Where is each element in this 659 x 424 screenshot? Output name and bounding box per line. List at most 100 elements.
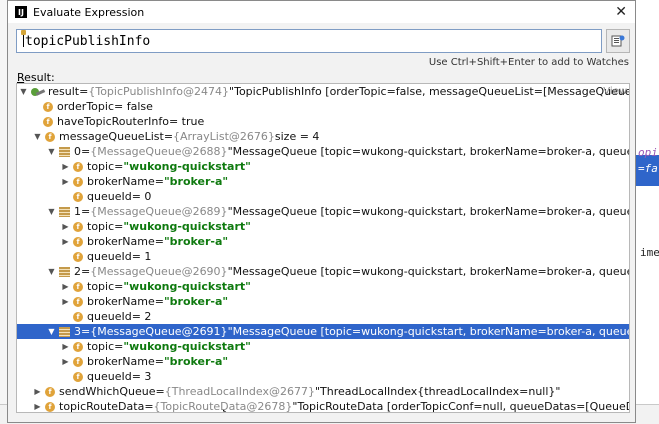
tree-row-queueId[interactable]: f queueId = 0 [17, 189, 629, 204]
field-icon: f [73, 221, 83, 232]
var-value: = 1 [131, 250, 152, 263]
view-link[interactable]: View [603, 86, 627, 97]
string-value: "wukong-quickstart" [123, 220, 251, 233]
tree-row-brokerName[interactable]: ▶ f brokerName = "broker-a" [17, 354, 629, 369]
tree-row-queueId[interactable]: f queueId = 2 [17, 309, 629, 324]
tree-row-brokerName[interactable]: ▶ f brokerName = "broker-a" [17, 294, 629, 309]
tree-row-queue-0[interactable]: ▼ 0 = {MessageQueue@2688} "MessageQueue … [17, 144, 629, 159]
var-value: "TopicPublishInfo [orderTopic=false, mes… [229, 85, 630, 98]
eq: = [144, 400, 154, 413]
tree-row-brokerName[interactable]: ▶ f brokerName = "broker-a" [17, 174, 629, 189]
chevron-down-icon[interactable]: ▼ [47, 327, 56, 336]
string-value: "wukong-quickstart" [123, 280, 251, 293]
chevron-down-icon[interactable]: ▼ [47, 267, 56, 276]
tree-row-queueId[interactable]: f queueId = 1 [17, 249, 629, 264]
var-name: haveTopicRouterInfo [57, 115, 169, 128]
chevron-right-icon[interactable]: ▶ [61, 282, 70, 291]
tree-row-topic[interactable]: ▶ f topic = "wukong-quickstart" [17, 279, 629, 294]
list-item-icon [59, 146, 70, 157]
var-value: "TopicRouteData [orderTopicConf=null, qu… [292, 400, 629, 413]
tree-row-queue-2[interactable]: ▼ 2 = {MessageQueue@2690} "MessageQueue … [17, 264, 629, 279]
string-value: "broker-a" [163, 175, 229, 188]
chevron-down-icon[interactable]: ▼ [33, 132, 42, 141]
chevron-right-icon[interactable]: ▶ [61, 237, 70, 246]
tree-row-topic[interactable]: ▶ f topic = "wukong-quickstart" [17, 339, 629, 354]
tree-row-queue-3[interactable]: ▼ 3 = {MessageQueue@2691} "MessageQueue … [17, 324, 629, 339]
string-value: "wukong-quickstart" [123, 340, 251, 353]
field-icon: f [43, 116, 53, 127]
field-icon: f [73, 251, 83, 262]
expression-history-button[interactable] [606, 29, 630, 53]
field-icon: f [73, 161, 83, 172]
var-meta: {ThreadLocalIndex@2677} [164, 385, 315, 398]
var-name: topic [87, 220, 115, 233]
chevron-right-icon[interactable]: ▶ [61, 177, 70, 186]
chevron-right-icon[interactable]: ▶ [33, 402, 42, 411]
tree-row-orderTopic[interactable]: f orderTopic = false [17, 99, 629, 114]
history-icon [611, 35, 625, 47]
background-editor: opi =fa ime [636, 0, 659, 423]
list-item-icon [59, 326, 70, 337]
tree-row-messageQueueList[interactable]: ▼ f messageQueueList = {ArrayList@2676} … [17, 129, 629, 144]
field-icon: f [73, 311, 83, 322]
eq: = [114, 280, 124, 293]
tree-row-queue-1[interactable]: ▼ 1 = {MessageQueue@2689} "MessageQueue … [17, 204, 630, 219]
chevron-down-icon[interactable]: ▼ [47, 147, 56, 156]
tree-row-sendWhichQueue[interactable]: ▶ f sendWhichQueue = {ThreadLocalIndex@2… [17, 384, 629, 399]
var-name: 0 [74, 145, 81, 158]
var-name: brokerName [87, 235, 155, 248]
watches-hint: Use Ctrl+Shift+Enter to add to Watches [428, 57, 629, 68]
chevron-down-icon[interactable]: ▼ [19, 87, 28, 96]
eq: = [154, 235, 164, 248]
string-value: "broker-a" [163, 235, 229, 248]
var-name: queueId [87, 310, 132, 323]
field-icon: f [45, 401, 55, 412]
eq: = [81, 205, 91, 218]
var-name: topic [87, 160, 115, 173]
list-size: size = 4 [274, 130, 320, 143]
chevron-right-icon[interactable]: ▶ [61, 297, 70, 306]
field-icon: f [73, 191, 83, 202]
result-icon [31, 87, 45, 97]
field-icon: f [73, 356, 83, 367]
chevron-right-icon[interactable]: ▶ [61, 222, 70, 231]
eq: = [114, 340, 124, 353]
chevron-right-icon[interactable]: ▶ [61, 357, 70, 366]
chevron-right-icon[interactable]: ▶ [61, 342, 70, 351]
eq: = [81, 325, 91, 338]
background-code-1: opi [638, 146, 658, 159]
chevron-right-icon[interactable]: ▶ [61, 162, 70, 171]
mouse-cursor-icon [223, 410, 227, 412]
eq: = [79, 85, 89, 98]
title-bar[interactable]: IJ Evaluate Expression ✕ [8, 1, 635, 23]
var-meta: {TopicPublishInfo@2474} [88, 85, 230, 98]
var-name: brokerName [87, 295, 155, 308]
string-value: "broker-a" [163, 295, 229, 308]
list-item-icon [59, 206, 70, 217]
tree-row-topic[interactable]: ▶ f topic = "wukong-quickstart" [17, 219, 629, 234]
var-meta: {MessageQueue@2688} [90, 145, 228, 158]
var-value: "MessageQueue [topic=wukong-quickstart, … [227, 205, 630, 218]
var-name: brokerName [87, 355, 155, 368]
tree-row-topicRouteData[interactable]: ▶ f topicRouteData = {TopicRouteData@267… [17, 399, 629, 413]
expression-input[interactable]: topicPublishInfo [16, 29, 602, 53]
tree-row-haveTopicRouterInfo[interactable]: f haveTopicRouterInfo = true [17, 114, 629, 129]
intellij-app-icon: IJ [15, 6, 27, 18]
var-name: brokerName [87, 175, 155, 188]
chevron-right-icon[interactable]: ▶ [33, 387, 42, 396]
tree-row-result[interactable]: ▼ result = {TopicPublishInfo@2474} "Topi… [17, 84, 630, 99]
chevron-down-icon[interactable]: ▼ [47, 207, 56, 216]
field-icon: f [73, 296, 83, 307]
var-name: sendWhichQueue [59, 385, 156, 398]
field-icon: f [73, 176, 83, 187]
var-value: = 2 [131, 310, 152, 323]
tree-row-topic[interactable]: ▶ f topic = "wukong-quickstart" [17, 159, 629, 174]
bookmark-icon [21, 30, 26, 35]
tree-row-brokerName[interactable]: ▶ f brokerName = "broker-a" [17, 234, 629, 249]
result-tree[interactable]: ▼ result = {TopicPublishInfo@2474} "Topi… [16, 83, 630, 413]
close-icon[interactable]: ✕ [615, 4, 627, 20]
tree-row-queueId[interactable]: f queueId = 3 [17, 369, 629, 384]
expression-row: topicPublishInfo [16, 29, 630, 53]
eq: = [114, 220, 124, 233]
evaluate-expression-dialog: IJ Evaluate Expression ✕ topicPublishInf… [7, 0, 636, 423]
